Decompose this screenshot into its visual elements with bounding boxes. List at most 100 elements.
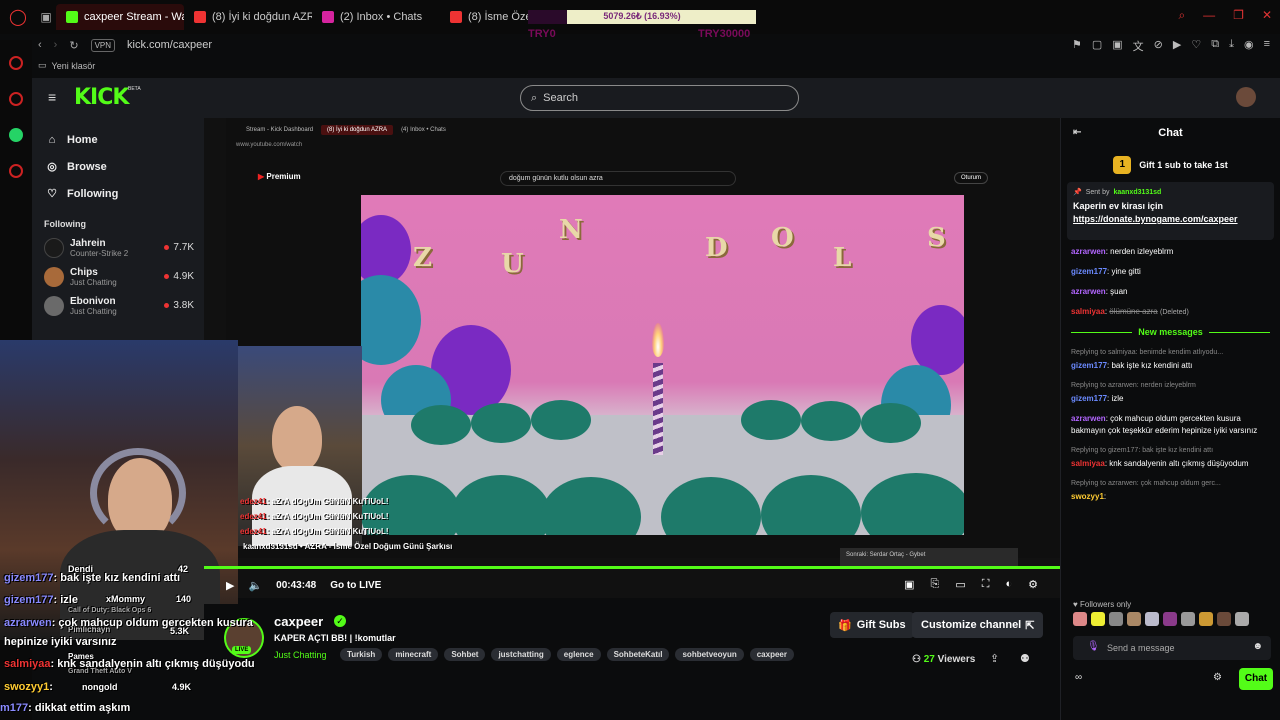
reply-context[interactable]: Replying to azrarwen: nerden izleyeblrm xyxy=(1071,380,1270,392)
close-icon[interactable]: ✕ xyxy=(1262,8,1272,23)
play-icon[interactable]: ▶ xyxy=(226,579,234,592)
emote[interactable] xyxy=(1181,612,1195,626)
emote[interactable] xyxy=(1109,612,1123,626)
emote[interactable] xyxy=(1145,612,1159,626)
heart-icon: ♡ xyxy=(47,188,57,200)
channel-category: Counter-Strike 2 xyxy=(70,248,129,258)
volume-icon[interactable]: 🔈 xyxy=(248,579,262,592)
snapshot-icon[interactable]: ▢ xyxy=(1092,38,1102,54)
pinned-link[interactable]: https://donate.bynogame.com/caxpeer xyxy=(1073,214,1268,224)
donation-goal-label: 5079.26₺ (16.93%) xyxy=(603,11,681,21)
chat-send-button[interactable]: Chat xyxy=(1239,668,1273,690)
tag[interactable]: caxpeer xyxy=(749,648,794,661)
share-icon[interactable]: ⇪ xyxy=(990,652,999,665)
vpn-badge[interactable]: VPN xyxy=(90,38,116,52)
tag[interactable]: minecraft xyxy=(388,648,439,661)
emote[interactable] xyxy=(1073,612,1087,626)
bookmark-folder[interactable]: ▭ Yeni klasör xyxy=(38,60,95,71)
followers-only-label: ♥ Followers only xyxy=(1073,600,1132,609)
hamburger-menu-icon[interactable]: ≡ xyxy=(48,90,60,104)
kick-logo[interactable]: KICK xyxy=(74,85,129,110)
new-messages-divider[interactable]: New messages xyxy=(1071,327,1270,337)
add-user-icon[interactable]: ⚉ xyxy=(1020,652,1030,665)
following-item[interactable]: Chips Just Chatting 4.9K xyxy=(32,262,204,291)
heart-icon[interactable]: ♡ xyxy=(1191,38,1201,54)
reply-context[interactable]: Replying to salmiyaa: benimde kendim atl… xyxy=(1071,347,1270,359)
opera-logo-icon[interactable]: ◯ xyxy=(0,0,36,34)
search-input[interactable]: ⌕ Search xyxy=(520,85,799,111)
settings-gear-icon[interactable]: ⚙ xyxy=(1028,578,1038,591)
opera-sidebar-icon-1[interactable] xyxy=(9,56,23,70)
url-field[interactable]: kick.com/caxpeer xyxy=(127,39,212,51)
emote[interactable] xyxy=(1199,612,1213,626)
beta-label: BETA xyxy=(128,86,141,92)
pinned-username[interactable]: kaanxd3131sd xyxy=(1113,189,1161,196)
user-avatar[interactable] xyxy=(1236,87,1256,107)
go-to-live-button[interactable]: Go to LIVE xyxy=(330,580,381,591)
floating-letter: O xyxy=(771,223,794,253)
emote[interactable] xyxy=(1091,612,1105,626)
cam-chat-line: edez41: aZrA dOgUm GüNüN KuTlUoL! xyxy=(240,527,389,536)
search-tabs-icon[interactable]: ⌕ xyxy=(1178,8,1185,23)
shield-icon[interactable]: ⊘ xyxy=(1154,38,1163,54)
minimize-icon[interactable]: — xyxy=(1203,8,1215,23)
reload-icon[interactable]: ↻ xyxy=(69,39,78,52)
customize-channel-button[interactable]: Customize channel ⇱ xyxy=(912,612,1044,638)
tag[interactable]: Turkish xyxy=(340,648,383,661)
translate-icon[interactable]: 文 xyxy=(1133,38,1144,54)
tag[interactable]: justchatting xyxy=(491,648,551,661)
browser-tab[interactable]: (8) İyi ki doğdun AZRA - İ xyxy=(184,4,312,30)
nav-home[interactable]: ⌂ Home xyxy=(32,126,204,153)
theater-icon[interactable]: ▭ xyxy=(955,578,965,591)
menu-icon[interactable]: ≡ xyxy=(1264,38,1270,54)
stream-category[interactable]: Just Chatting xyxy=(274,650,327,660)
infinity-icon[interactable]: ∞ xyxy=(1075,672,1082,683)
send-message-input[interactable]: 🎙 Send a message ☻ xyxy=(1073,636,1271,660)
fullscreen-icon[interactable]: ⛶ xyxy=(982,578,990,591)
tab-grid-icon[interactable]: ▣ xyxy=(36,10,56,24)
forward-icon[interactable]: › xyxy=(54,39,58,51)
following-item[interactable]: Ebonivon Just Chatting 3.8K xyxy=(32,291,204,320)
miniplayer-icon[interactable]: ▣ xyxy=(904,578,914,591)
tag[interactable]: eglence xyxy=(556,648,601,661)
following-item[interactable]: Jahrein Counter-Strike 2 7.7K xyxy=(32,233,204,262)
play-icon[interactable]: ▶ xyxy=(1173,38,1181,54)
tag[interactable]: Sohbet xyxy=(444,648,486,661)
gift-subs-button[interactable]: 🎁 Gift Subs xyxy=(830,612,914,638)
camera-icon[interactable]: ◉ xyxy=(1244,38,1254,54)
opera-sidebar-icon-2[interactable] xyxy=(9,92,23,106)
clip-icon[interactable]: ⎘ xyxy=(931,578,940,591)
channel-name[interactable]: caxpeer xyxy=(274,614,323,629)
mic-icon[interactable]: 🎙 xyxy=(1087,641,1100,652)
extension-icon[interactable]: ▣ xyxy=(1112,38,1122,54)
reply-context[interactable]: Replying to gizem177: bak işte kız kendi… xyxy=(1071,445,1270,457)
browser-tab[interactable]: (2) Inbox • Chats xyxy=(312,4,440,30)
emoji-icon[interactable]: ☻ xyxy=(1252,641,1263,652)
emote[interactable] xyxy=(1163,612,1177,626)
collapse-chat-icon[interactable]: ⇤ xyxy=(1073,127,1081,138)
video-progress-bar[interactable] xyxy=(204,566,1060,569)
emote[interactable] xyxy=(1217,612,1231,626)
download-icon[interactable]: ⤓ xyxy=(1229,38,1234,54)
emote[interactable] xyxy=(1235,612,1249,626)
chat-message: azrarwen: şuan xyxy=(1071,287,1128,296)
nav-browse[interactable]: ◎ Browse xyxy=(32,153,204,180)
nav-following[interactable]: ♡ Following xyxy=(32,180,204,207)
emote[interactable] xyxy=(1127,612,1141,626)
reply-context[interactable]: Replying to azrarwen: çok mahcup oldum g… xyxy=(1071,478,1270,490)
maximize-icon[interactable]: ❐ xyxy=(1233,8,1244,23)
streamer-face xyxy=(272,406,322,472)
gift-banner[interactable]: 1 Gift 1 sub to take 1st xyxy=(1061,148,1280,182)
floating-letter: Z xyxy=(413,243,432,273)
opera-sidebar-icon-4[interactable] xyxy=(9,164,23,178)
tag[interactable]: SohbeteKatıl xyxy=(606,648,670,661)
bookmark-icon[interactable]: ⚑ xyxy=(1072,38,1082,54)
quality-icon[interactable]: ◐ xyxy=(1005,578,1012,591)
whatsapp-icon[interactable] xyxy=(9,128,23,142)
back-icon[interactable]: ‹ xyxy=(38,39,42,51)
puzzle-icon[interactable]: ⧉ xyxy=(1211,38,1219,54)
compass-icon: ◎ xyxy=(47,161,57,173)
browser-tab[interactable]: caxpeer Stream - Watch l xyxy=(56,4,184,30)
chat-settings-icon[interactable]: ⚙ xyxy=(1213,672,1222,683)
tag[interactable]: sohbetveoyun xyxy=(675,648,744,661)
